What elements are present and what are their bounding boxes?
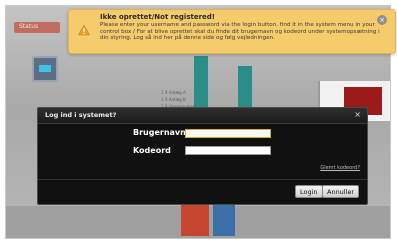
status-tab-label: Status <box>19 23 39 30</box>
background-line: 1 X Anlæg A <box>161 90 186 95</box>
close-icon[interactable]: × <box>377 15 387 25</box>
dialog-header: Log ind i systemet? × <box>38 108 367 124</box>
background-status-tab: Status <box>14 22 60 33</box>
background-device-tile <box>32 56 58 82</box>
background-line: 1 X Anlæg B <box>161 97 186 102</box>
password-label: Kodeord <box>133 146 171 155</box>
notice-message: Please enter your username and password … <box>100 22 380 41</box>
forgot-password-link[interactable]: Glemt kodeord? <box>320 165 360 171</box>
dialog-title: Log ind i systemet? <box>45 111 117 119</box>
notice-title: Ikke oprettet/Not registered! <box>100 13 215 21</box>
dialog-button-row: Login Annuller <box>38 179 367 206</box>
cancel-button[interactable]: Annuller <box>322 185 360 198</box>
dialog-close-button[interactable]: × <box>354 110 361 119</box>
login-button[interactable]: Login <box>295 185 323 198</box>
password-field[interactable] <box>185 146 271 155</box>
username-label: Brugernavn <box>133 128 186 137</box>
not-registered-notice: Ikke oprettet/Not registered! Please ent… <box>68 9 396 54</box>
username-field[interactable] <box>185 129 271 138</box>
login-dialog: Log ind i systemet? × Brugernavn Kodeord… <box>37 107 368 205</box>
background-blue-unit <box>213 202 235 236</box>
warning-icon <box>78 24 90 36</box>
